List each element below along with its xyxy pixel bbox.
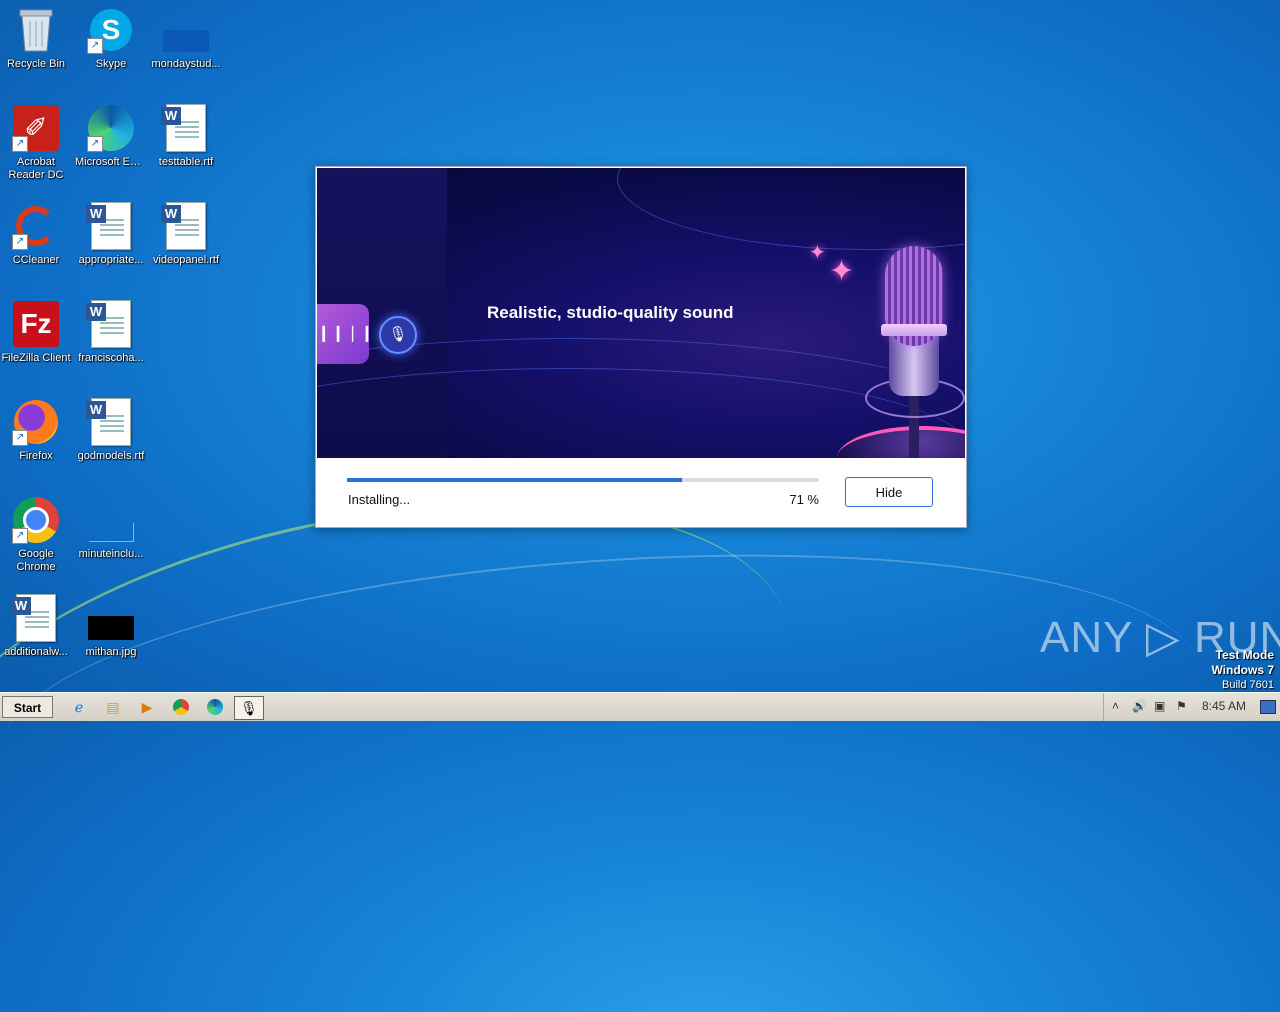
word-doc-icon: W [11, 594, 60, 642]
installer-app-icon[interactable]: 🎙 [234, 696, 264, 720]
word-doc-icon: W [86, 398, 135, 446]
icon-label: testtable.rtf [158, 156, 214, 168]
mic-band [881, 324, 947, 336]
icon-label: appropriate... [78, 254, 144, 266]
icon-label: mondaystud... [151, 58, 221, 70]
desktop-icon-testtable[interactable]: W testtable.rtf [148, 104, 224, 169]
sparkle-icon: ✦ [809, 242, 826, 264]
desktop-icon-minuteinclu[interactable]: minuteinclu... [73, 496, 149, 561]
internet-explorer-icon[interactable]: ℯ [68, 696, 90, 718]
icon-label: FileZilla Client [1, 352, 71, 364]
start-button[interactable]: Start [2, 696, 53, 718]
skype-icon: S ↗ [87, 6, 135, 54]
installer-window: ❙❙❘❙❘ 🎙 Realistic, studio-quality sound … [315, 166, 967, 528]
word-doc-icon: W [86, 202, 135, 250]
desktop-icon-filezilla[interactable]: Fz FileZilla Client [0, 300, 74, 365]
media-player-icon[interactable]: ▶ [136, 696, 158, 718]
word-doc-icon: W [161, 104, 210, 152]
install-status: Installing... [348, 492, 411, 507]
os-label: Windows 7 [1211, 663, 1274, 677]
desktop-icon-recycle-bin[interactable]: Recycle Bin [0, 6, 74, 71]
show-desktop-icon[interactable] [1260, 700, 1276, 714]
desktop-icon-appropriate[interactable]: W appropriate... [73, 202, 149, 267]
chrome-icon[interactable] [170, 696, 192, 718]
desktop-icon-chrome[interactable]: ↗ Google Chrome [0, 496, 74, 574]
image-file-icon [87, 594, 135, 642]
word-doc-icon: W [86, 300, 135, 348]
icon-label: mithan.jpg [85, 646, 137, 658]
edge-icon[interactable] [204, 696, 226, 718]
test-mode-label: Test Mode [1215, 648, 1274, 662]
desktop-icon-edge[interactable]: ↗ Microsoft Edge [73, 104, 149, 169]
icon-label: franciscoha... [78, 352, 144, 364]
clock[interactable]: 8:45 AM [1202, 699, 1246, 713]
desktop-icon-mithan[interactable]: mithan.jpg [73, 594, 149, 659]
desktop-icon-ccleaner[interactable]: ↗ CCleaner [0, 202, 74, 267]
volume-icon[interactable]: 🔊 [1132, 699, 1147, 713]
icon-label: Acrobat Reader DC [8, 156, 64, 181]
desktop-icon-godmodels[interactable]: W godmodels.rtf [73, 398, 149, 463]
microphone-icon: 🎙 [379, 316, 417, 354]
word-doc-icon: W [161, 202, 210, 250]
hide-button[interactable]: Hide [845, 477, 933, 507]
file-explorer-icon[interactable]: ▤ [102, 696, 124, 718]
firefox-icon: ↗ [12, 398, 60, 446]
desktop-icon-skype[interactable]: S ↗ Skype [73, 6, 149, 71]
action-center-flag-icon[interactable]: ⚑ [1176, 699, 1187, 713]
banner-wave [617, 168, 965, 250]
acrobat-icon: ✐ ↗ [12, 104, 60, 152]
desktop-icon-acrobat[interactable]: ✐ ↗ Acrobat Reader DC [0, 104, 74, 182]
icon-label: Recycle Bin [6, 58, 66, 70]
icon-label: CCleaner [12, 254, 60, 266]
sparkle-icon: ✦ [829, 255, 855, 288]
icon-label: videopanel.rtf [152, 254, 220, 266]
filezilla-icon: Fz [12, 300, 60, 348]
icon-label: additionalw... [4, 646, 68, 658]
desktop-icon-franciscoha[interactable]: W franciscoha... [73, 300, 149, 365]
icon-label: minuteinclu... [78, 548, 144, 560]
recycle-bin-icon [12, 6, 60, 54]
icon-label: godmodels.rtf [77, 450, 145, 462]
desktop-icon-mondaystud[interactable]: mondaystud... [148, 6, 224, 71]
chrome-icon: ↗ [12, 496, 60, 544]
install-percent: 71 % [789, 492, 819, 507]
test-mode-notice: Test Mode Windows 7 Build 7601 [1211, 648, 1274, 692]
taskbar: Start ℯ ▤ ▶ 🎙 ˄ 🔊 ▣ ⚑ 8:45 AM [0, 692, 1280, 721]
desktop-icon-videopanel[interactable]: W videopanel.rtf [148, 202, 224, 267]
audio-wave-icon: ❙❙❘❙❘ [317, 304, 388, 364]
icon-label: Skype [95, 58, 127, 70]
icon-label: Microsoft Edge [75, 156, 149, 168]
installer-banner: ❙❙❘❙❘ 🎙 Realistic, studio-quality sound … [317, 168, 965, 458]
ccleaner-icon: ↗ [12, 202, 60, 250]
tray-expand-icon[interactable]: ˄ [1112, 699, 1119, 713]
blank-file-icon [87, 496, 135, 544]
edge-icon: ↗ [87, 104, 135, 152]
icon-label: Firefox [19, 450, 53, 462]
progress-fill [347, 478, 683, 482]
blank-file-icon [162, 6, 210, 54]
progress-track [347, 478, 819, 482]
icon-label: Google Chrome [16, 548, 56, 573]
banner-headline: Realistic, studio-quality sound [487, 303, 734, 322]
network-icon[interactable]: ▣ [1154, 699, 1165, 713]
system-tray: ˄ 🔊 ▣ ⚑ 8:45 AM [1103, 693, 1280, 721]
progress-area: Installing... 71 % Hide [317, 458, 965, 526]
desktop-icon-firefox[interactable]: ↗ Firefox [0, 398, 74, 463]
desktop-icon-additionalw[interactable]: W additionalw... [0, 594, 74, 659]
build-label: Build 7601 [1222, 679, 1274, 691]
